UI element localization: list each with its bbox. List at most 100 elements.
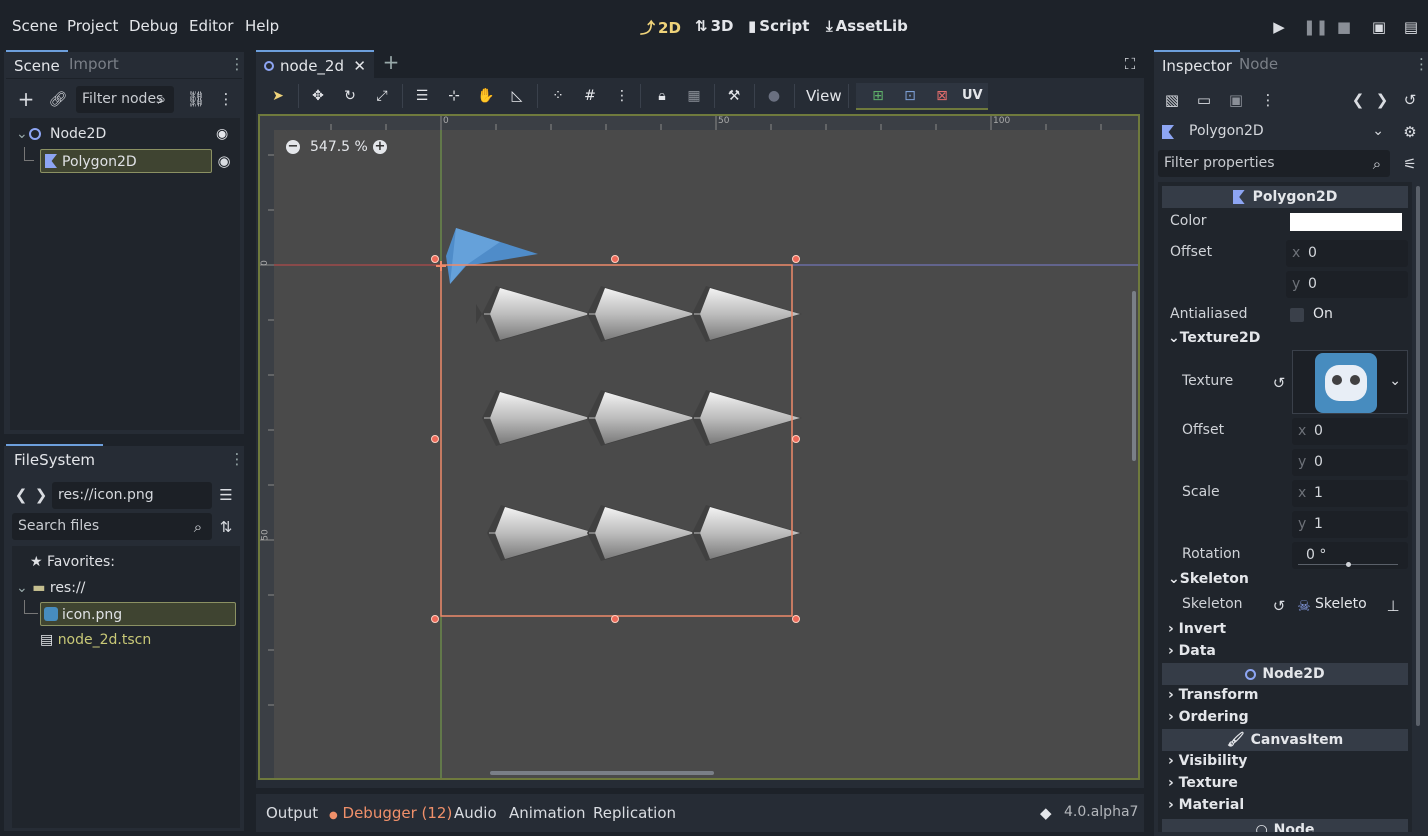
play-custom-scene-icon[interactable]: ▤ [1402,18,1420,36]
texture-picker[interactable]: ⌄ [1292,350,1408,414]
workspace-script-button[interactable]: ▮ Script [748,17,809,35]
zoom-in-icon[interactable]: + [373,140,387,154]
stop-icon[interactable]: ■ [1335,18,1353,36]
add-node-icon[interactable]: + [16,89,36,109]
snap-options-icon[interactable]: ⋮ [612,86,632,106]
group-icon[interactable]: ▦ [684,86,704,106]
tab-replication[interactable]: Replication [593,804,676,822]
view-menu[interactable]: View [806,87,842,105]
skeleton-bone-icon[interactable]: ⚒ [724,86,744,106]
menu-help[interactable]: Help [245,17,279,35]
tab-import[interactable]: Import [61,50,127,78]
tab-scene[interactable]: Scene [6,50,68,78]
distraction-free-icon[interactable]: ⛶ [1121,55,1139,73]
object-properties-icon[interactable]: ⚙ [1401,123,1419,141]
tree-node-node2d[interactable]: ⌄ Node2D ◉ [16,122,236,146]
scale-y-field[interactable]: y1 [1292,511,1408,538]
forward-icon[interactable]: ❯ [34,486,48,504]
list-select-icon[interactable]: ☰ [412,86,432,106]
tree-node-polygon2d[interactable]: Polygon2D [40,149,212,173]
history-back-icon[interactable]: ❮ [1350,91,1366,109]
tab-animation[interactable]: Animation [509,804,585,822]
sort-icon[interactable]: ⇅ [216,518,236,536]
tab-debugger[interactable]: ● Debugger (12) [329,804,452,822]
workspace-2d-button[interactable]: ⤴ 2D [640,17,681,38]
rotation-slider[interactable]: 0 ° [1292,542,1408,569]
revert-icon[interactable]: ↺ [1271,374,1287,392]
ruler-tool-icon[interactable]: ◺ [507,86,527,106]
pivot-tool-icon[interactable]: ⊹ [444,86,464,106]
menu-project[interactable]: Project [67,17,118,35]
inspector-scrollbar[interactable] [1416,186,1420,726]
filter-properties-input[interactable]: Filter properties [1158,150,1390,177]
uv-editor-button[interactable]: UV [962,86,983,106]
scale-x-field[interactable]: x1 [1292,480,1408,507]
antialiased-checkbox[interactable] [1290,308,1304,322]
tab-node-2d[interactable]: node_2d ✕ [256,50,374,78]
play-scene-icon[interactable]: ▣ [1370,18,1388,36]
select-tool-icon[interactable]: ➤ [268,86,288,106]
dock-menu-icon[interactable]: ⋮ [1414,55,1428,73]
group-data[interactable]: › Data [1168,643,1216,659]
clear-icon[interactable]: ⊥ [1385,597,1401,615]
tex-offset-x-field[interactable]: x0 [1292,418,1408,445]
group-skeleton[interactable]: ⌄Skeleton [1168,571,1249,587]
res-folder-item[interactable]: ⌄ ▬ res:// [16,576,85,600]
menu-scene[interactable]: Scene [12,17,58,35]
dock-menu-icon[interactable]: ⋮ [228,55,246,73]
group-texture[interactable]: › Texture [1168,775,1238,791]
visibility-eye-icon[interactable]: ◉ [216,122,228,146]
history-icon[interactable]: ↺ [1401,91,1419,109]
create-point-icon[interactable]: ⊞ [868,86,888,106]
file-node-2d-tscn[interactable]: ▤ node_2d.tscn [40,628,151,652]
menu-debug[interactable]: Debug [129,17,178,35]
file-icon-png[interactable]: icon.png [40,602,236,626]
history-forward-icon[interactable]: ❯ [1374,91,1390,109]
revert-icon[interactable]: ↺ [1271,597,1287,615]
slider-handle[interactable] [1346,562,1351,567]
delete-point-icon[interactable]: ⊠ [932,86,952,106]
zoom-level[interactable]: 547.5 % [310,139,368,155]
rotate-tool-icon[interactable]: ↻ [340,86,360,106]
lock-icon[interactable]: 🔒︎ [652,86,672,106]
tab-audio[interactable]: Audio [454,804,497,822]
inspector-menu-icon[interactable]: ⋮ [1259,91,1277,109]
group-transform[interactable]: › Transform [1168,687,1259,703]
color-swatch[interactable] [1290,213,1402,231]
workspace-assetlib-button[interactable]: ⤓ AssetLib [826,17,908,35]
offset-x-field[interactable]: x0 [1286,240,1408,267]
menu-editor[interactable]: Editor [189,17,233,35]
close-icon[interactable]: ✕ [353,52,366,80]
group-texture2d[interactable]: ⌄Texture2D [1168,330,1260,346]
play-icon[interactable]: ▶ [1270,18,1288,36]
tab-node[interactable]: Node [1231,50,1286,78]
zoom-out-icon[interactable]: − [286,140,300,154]
path-input[interactable]: res://icon.png [52,482,212,509]
group-ordering[interactable]: › Ordering [1168,709,1249,725]
favorites-item[interactable]: ★ Favorites: [30,550,115,574]
edit-point-icon[interactable]: ⊡ [900,86,920,106]
scale-tool-icon[interactable]: ⤢ [372,86,392,106]
new-resource-icon[interactable]: ▧ [1163,91,1181,109]
add-tab-icon[interactable]: + [381,52,401,72]
instance-scene-icon[interactable]: ⛓ [186,90,206,108]
save-icon[interactable]: ▣ [1227,91,1245,109]
pause-icon[interactable]: ❚❚ [1303,18,1328,36]
tab-filesystem[interactable]: FileSystem [6,444,104,472]
search-files-input[interactable]: Search files [12,513,212,540]
chevron-down-icon[interactable]: ⌄ [1389,373,1401,389]
tab-inspector[interactable]: Inspector [1154,50,1240,78]
dock-menu-icon[interactable]: ⋮ [228,450,246,468]
open-folder-icon[interactable]: ▭ [1195,91,1213,109]
tex-offset-y-field[interactable]: y0 [1292,449,1408,476]
workspace-3d-button[interactable]: ⇅ 3D [695,17,733,35]
property-settings-icon[interactable]: ⚟ [1401,155,1419,173]
pan-tool-icon[interactable]: ✋ [476,86,496,106]
tab-output[interactable]: Output [266,804,318,822]
scene-tree-menu-icon[interactable]: ⋮ [216,90,236,108]
toggle-split-icon[interactable]: ☰ [216,486,236,504]
group-invert[interactable]: › Invert [1168,621,1226,637]
canvas-viewport[interactable]: 0 50 100 0 50 − 547.5 % + [258,114,1140,780]
object-selector[interactable]: Polygon2D ⌄ [1158,118,1390,146]
smart-snap-icon[interactable]: ⁘ [548,86,568,106]
